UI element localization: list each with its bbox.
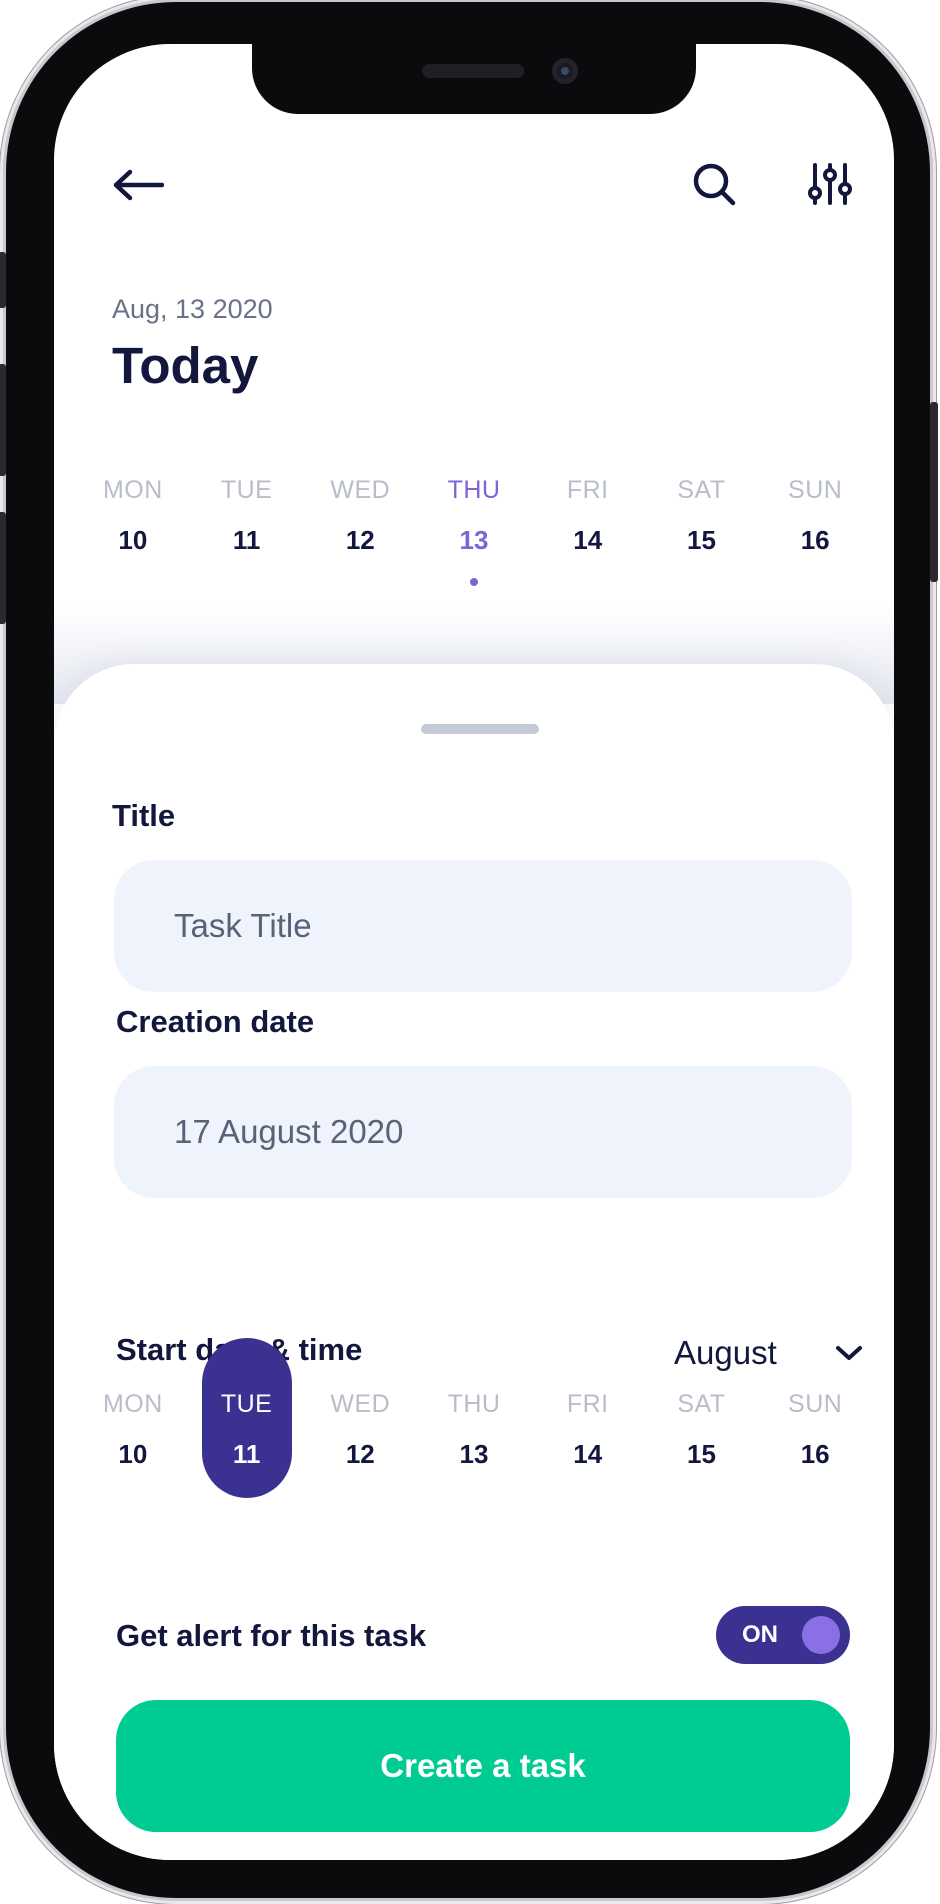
day-number: 16	[800, 525, 830, 555]
start-day-sat[interactable]: SAT 15	[645, 1390, 759, 1470]
month-value: August	[674, 1334, 777, 1371]
filter-button[interactable]	[802, 156, 858, 212]
new-task-sheet: Title Creation date Start date & time Au…	[54, 664, 894, 1860]
month-dropdown[interactable]: August	[674, 1328, 864, 1378]
selected-day-dot	[470, 578, 479, 586]
volume-up-button	[0, 364, 6, 476]
task-title-input[interactable]	[114, 860, 852, 992]
day-sun[interactable]: SUN 16	[758, 476, 872, 556]
start-date-week-strip: MON 10 TUE 11 WED 12 THU 13 FRI 14 SAT 1…	[76, 1338, 872, 1498]
day-name: SUN	[788, 1390, 843, 1418]
day-number: 15	[686, 1439, 716, 1469]
day-number: 13	[459, 525, 489, 555]
current-date: Aug, 13 2020	[112, 294, 273, 324]
day-name: SAT	[677, 1390, 726, 1418]
start-day-wed[interactable]: WED 12	[303, 1390, 417, 1470]
sliders-icon	[808, 163, 852, 205]
day-number: 14	[573, 525, 603, 555]
page-title: Today	[112, 337, 259, 394]
day-wed[interactable]: WED 12	[303, 476, 417, 556]
day-name: FRI	[566, 476, 609, 504]
title-label: Title	[112, 798, 176, 833]
search-icon	[693, 163, 736, 206]
day-number: 11	[232, 525, 261, 555]
notch	[252, 44, 696, 114]
day-number: 11	[232, 1439, 261, 1469]
day-number: 10	[118, 525, 148, 555]
day-name: WED	[330, 1390, 391, 1418]
sheet-drag-handle[interactable]	[421, 724, 539, 734]
toggle-knob	[802, 1616, 840, 1654]
volume-down-button	[0, 512, 6, 624]
day-tue[interactable]: TUE 11	[190, 476, 304, 556]
day-number: 13	[459, 1439, 489, 1469]
power-button	[930, 402, 938, 582]
day-fri[interactable]: FRI 14	[531, 476, 645, 556]
day-number: 14	[573, 1439, 603, 1469]
day-name: TUE	[220, 1390, 273, 1418]
start-day-fri[interactable]: FRI 14	[531, 1390, 645, 1470]
chevron-down-icon	[836, 1346, 862, 1360]
week-strip: MON 10 TUE 11 WED 12 THU 13 FRI 14 SAT 1…	[76, 476, 872, 586]
search-button[interactable]	[686, 156, 742, 212]
day-number: 12	[345, 1439, 375, 1469]
day-thu-selected[interactable]: THU 13	[417, 476, 531, 586]
day-name: SAT	[677, 476, 726, 504]
start-day-thu[interactable]: THU 13	[417, 1390, 531, 1470]
alert-toggle[interactable]: ON	[716, 1606, 850, 1664]
earpiece-speaker	[422, 64, 524, 78]
start-day-mon[interactable]: MON 10	[76, 1390, 190, 1470]
day-name: WED	[330, 476, 391, 504]
day-number: 10	[118, 1439, 148, 1469]
day-name: THU	[447, 1390, 501, 1418]
day-name: FRI	[566, 1390, 609, 1418]
day-name: SUN	[788, 476, 843, 504]
day-number: 16	[800, 1439, 830, 1469]
phone-frame: Aug, 13 2020 Today MON 10 TUE 11 WED 12 …	[0, 2, 938, 1898]
mute-switch	[0, 252, 6, 308]
day-name: THU	[447, 476, 501, 504]
creation-date-label: Creation date	[116, 1004, 315, 1039]
day-name: MON	[102, 1390, 163, 1418]
alert-label: Get alert for this task	[116, 1618, 427, 1653]
creation-date-input[interactable]	[114, 1066, 852, 1198]
arrow-left-icon	[113, 169, 164, 201]
day-number: 12	[345, 525, 375, 555]
day-name: MON	[102, 476, 163, 504]
day-mon[interactable]: MON 10	[76, 476, 190, 556]
app-screen: Aug, 13 2020 Today MON 10 TUE 11 WED 12 …	[54, 44, 894, 1860]
start-day-tue-selected[interactable]: TUE 11	[190, 1338, 304, 1498]
toggle-state-label: ON	[742, 1621, 778, 1648]
day-name: TUE	[220, 476, 273, 504]
front-camera	[552, 58, 578, 84]
day-number: 15	[686, 525, 716, 555]
back-button[interactable]	[108, 160, 168, 210]
create-task-button[interactable]: Create a task	[116, 1700, 850, 1832]
day-sat[interactable]: SAT 15	[645, 476, 759, 556]
start-day-sun[interactable]: SUN 16	[758, 1390, 872, 1470]
